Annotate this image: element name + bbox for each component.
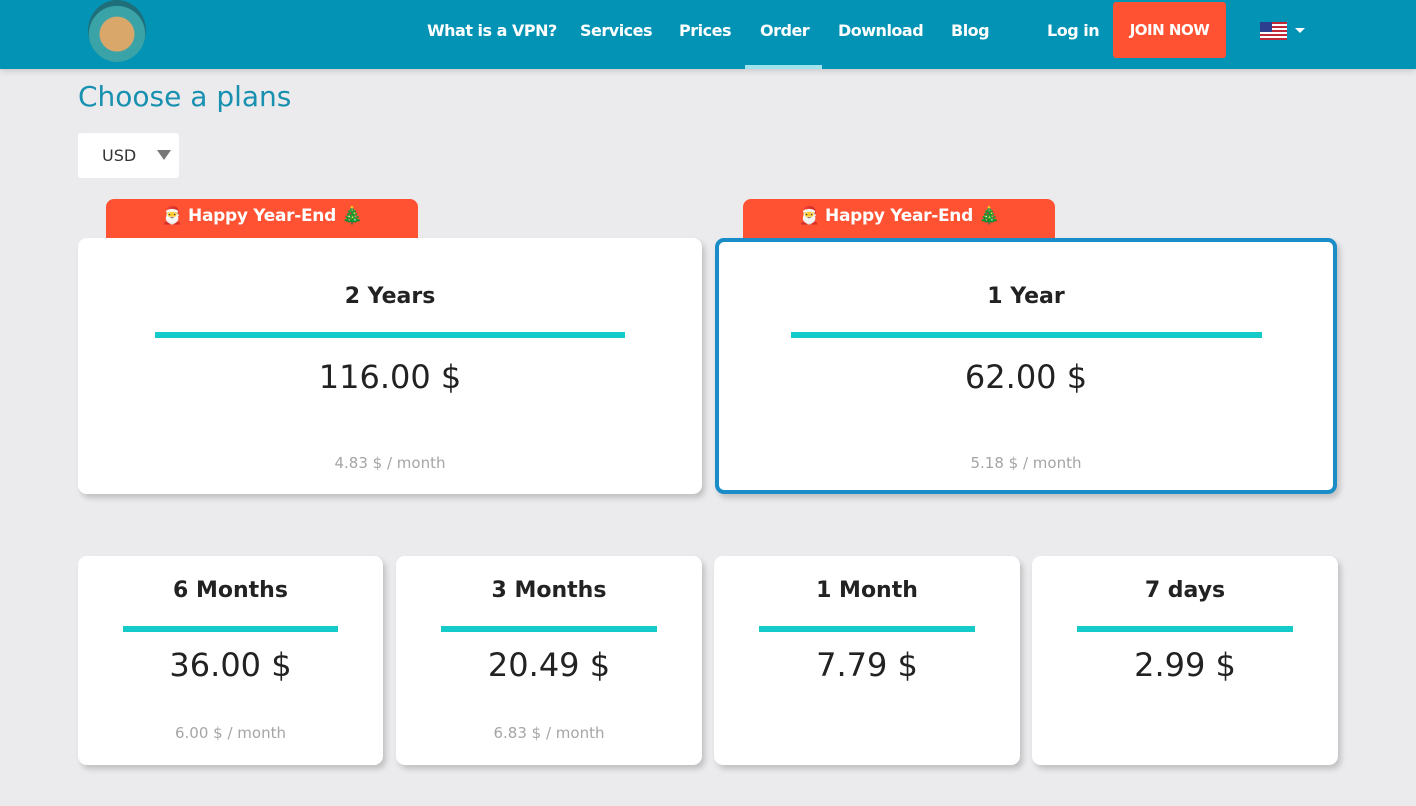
plan-card-6-months[interactable]: 6 Months 36.00 $ 6.00 $ / month <box>78 556 383 765</box>
login-link[interactable]: Log in <box>1047 21 1100 40</box>
plan-name: 1 Month <box>816 578 918 603</box>
join-now-button[interactable]: JOIN NOW <box>1113 2 1226 58</box>
plan-price: 62.00 $ <box>964 358 1088 396</box>
plan-divider <box>759 626 975 632</box>
promo-badge: 🎅 Happy Year-End 🎄 <box>743 199 1055 238</box>
plan-monthly-price: 4.83 $ / month <box>334 454 446 472</box>
plan-name: 7 days <box>1144 578 1226 603</box>
nav-order[interactable]: Order <box>760 21 810 40</box>
plan-card-7-days[interactable]: 7 days 2.99 $ <box>1032 556 1338 765</box>
plan-name: 2 Years <box>344 284 436 309</box>
plan-card-2-years[interactable]: 2 Years 116.00 $ 4.83 $ / month <box>78 238 702 494</box>
plan-price: 2.99 $ <box>1134 646 1236 684</box>
currency-select[interactable]: USD <box>78 133 179 178</box>
plan-name: 3 Months <box>491 578 607 603</box>
nav-prices[interactable]: Prices <box>679 21 731 40</box>
active-nav-indicator <box>745 65 822 69</box>
plan-divider <box>123 626 338 632</box>
header: What is a VPN? Services Prices Order Dow… <box>0 0 1416 69</box>
plan-monthly-price: 5.18 $ / month <box>970 454 1082 472</box>
plan-card-3-months[interactable]: 3 Months 20.49 $ 6.83 $ / month <box>396 556 702 765</box>
plan-card-1-month[interactable]: 1 Month 7.79 $ <box>714 556 1020 765</box>
plan-name: 1 Year <box>987 284 1065 309</box>
plan-card-1-year[interactable]: 1 Year 62.00 $ 5.18 $ / month <box>715 238 1337 494</box>
plan-name: 6 Months <box>173 578 288 603</box>
plan-price: 36.00 $ <box>169 646 292 684</box>
nav-download[interactable]: Download <box>838 21 924 40</box>
promo-badge: 🎅 Happy Year-End 🎄 <box>106 199 418 238</box>
plan-monthly-price: 6.83 $ / month <box>493 724 605 742</box>
plan-price: 20.49 $ <box>487 646 611 684</box>
plan-divider <box>791 332 1262 338</box>
nav-blog[interactable]: Blog <box>951 21 990 40</box>
us-flag-icon[interactable] <box>1260 22 1287 40</box>
currency-value: USD <box>102 146 137 165</box>
plan-divider <box>155 332 625 338</box>
nav-services[interactable]: Services <box>580 21 653 40</box>
plan-divider <box>441 626 657 632</box>
plan-price: 7.79 $ <box>816 646 918 684</box>
logo[interactable] <box>88 0 146 62</box>
dropdown-arrow-icon <box>157 150 171 160</box>
plan-divider <box>1077 626 1293 632</box>
nav-what-is-vpn[interactable]: What is a VPN? <box>427 21 557 40</box>
plan-monthly-price: 6.00 $ / month <box>175 724 286 742</box>
page-title: Choose a plans <box>78 80 292 113</box>
plan-price: 116.00 $ <box>318 358 462 396</box>
chevron-down-icon[interactable] <box>1295 28 1305 38</box>
